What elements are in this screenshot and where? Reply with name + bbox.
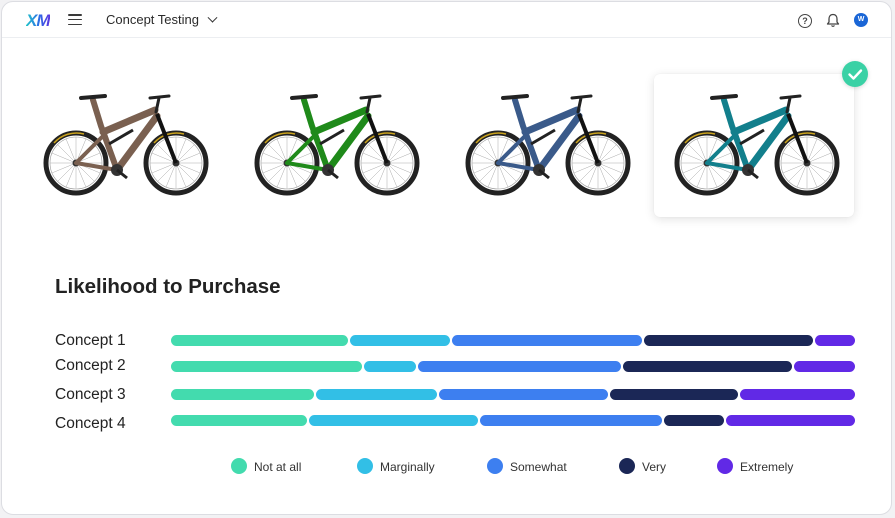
selected-check-icon (842, 61, 868, 87)
legend-label-extremely: Extremely (740, 460, 794, 474)
bar-segment-not-at-all-concept-3[interactable] (171, 389, 314, 400)
top-bar: XM Concept Testing ? W (2, 2, 891, 38)
project-selector[interactable]: Concept Testing (106, 12, 218, 27)
app-window: XM Concept Testing ? W Likelihood to Pur… (1, 1, 892, 515)
bar-track-concept-3 (171, 389, 855, 400)
bar-segment-very-concept-3[interactable] (609, 389, 738, 400)
menu-icon[interactable] (68, 14, 82, 26)
bar-segment-extremely-concept-4[interactable] (726, 415, 855, 426)
bike-image-2 (254, 94, 420, 196)
concept-card-4[interactable] (654, 74, 854, 217)
bar-segment-somewhat-concept-2[interactable] (418, 361, 622, 372)
concept-card-1[interactable] (23, 74, 223, 217)
bar-track-concept-1 (171, 335, 855, 346)
row-label-concept-1: Concept 1 (55, 332, 126, 349)
bar-segment-extremely-concept-3[interactable] (739, 389, 855, 400)
bar-segment-not-at-all-concept-4[interactable] (171, 415, 307, 426)
bell-icon[interactable] (826, 13, 840, 28)
bar-segment-very-concept-4[interactable] (664, 415, 725, 426)
help-icon[interactable]: ? (798, 14, 812, 28)
legend-label-somewhat: Somewhat (510, 460, 567, 474)
bar-segment-marginally-concept-3[interactable] (315, 389, 437, 400)
legend-dot-extremely (717, 458, 733, 474)
bar-segment-somewhat-concept-4[interactable] (479, 415, 663, 426)
legend-label-very: Very (642, 460, 667, 474)
bar-segment-somewhat-concept-1[interactable] (452, 335, 642, 346)
chart-legend: Not at all Marginally Somewhat Very Extr… (2, 457, 891, 477)
bar-segment-very-concept-1[interactable] (643, 335, 813, 346)
bike-image-4 (674, 94, 840, 196)
bar-track-concept-4 (171, 415, 855, 426)
avatar[interactable]: W (854, 13, 868, 27)
concept-card-3[interactable] (445, 74, 645, 217)
bar-segment-somewhat-concept-3[interactable] (438, 389, 608, 400)
legend-dot-very (619, 458, 635, 474)
bar-segment-extremely-concept-2[interactable] (794, 361, 855, 372)
chart-title: Likelihood to Purchase (55, 275, 281, 298)
legend-dot-not-at-all (231, 458, 247, 474)
chevron-down-icon (207, 12, 218, 23)
bar-segment-marginally-concept-4[interactable] (308, 415, 478, 426)
legend-label-marginally: Marginally (380, 460, 435, 474)
project-name: Concept Testing (106, 12, 199, 27)
row-label-concept-2: Concept 2 (55, 357, 126, 374)
concept-card-2[interactable] (234, 74, 434, 217)
bar-segment-not-at-all-concept-2[interactable] (171, 361, 362, 372)
legend-dot-somewhat (487, 458, 503, 474)
bar-track-concept-2 (171, 361, 855, 372)
bar-segment-marginally-concept-2[interactable] (363, 361, 417, 372)
bar-segment-extremely-concept-1[interactable] (814, 335, 855, 346)
xm-logo[interactable]: XM (26, 11, 50, 31)
bar-segment-marginally-concept-1[interactable] (349, 335, 451, 346)
bar-segment-very-concept-2[interactable] (623, 361, 793, 372)
legend-dot-marginally (357, 458, 373, 474)
legend-label-not-at-all: Not at all (254, 460, 302, 474)
bar-segment-not-at-all-concept-1[interactable] (171, 335, 348, 346)
bike-image-3 (465, 94, 631, 196)
row-label-concept-4: Concept 4 (55, 415, 126, 432)
bike-image-1 (43, 94, 209, 196)
row-label-concept-3: Concept 3 (55, 386, 126, 403)
